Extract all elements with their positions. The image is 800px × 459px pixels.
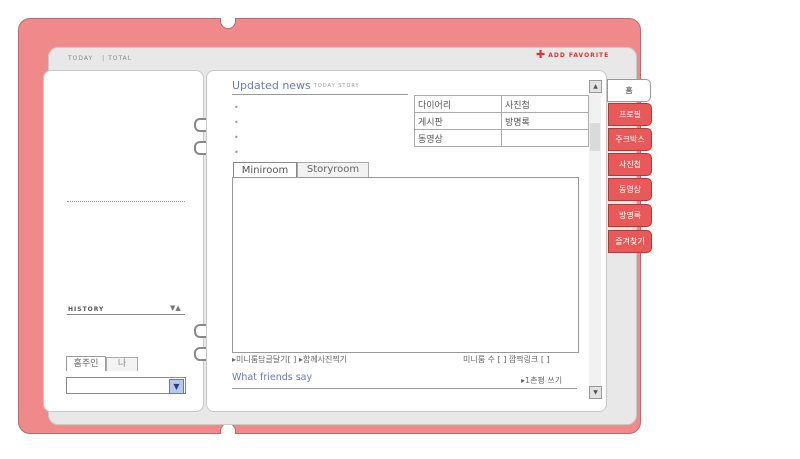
history-underline	[67, 314, 185, 315]
add-favorite-label: ADD FAVORITE	[548, 52, 610, 59]
miniroom-area	[232, 177, 579, 353]
scroll-down-icon[interactable]: ▼	[589, 386, 602, 399]
write-ilchon-link[interactable]: ▸1촌평 쓰기	[521, 375, 562, 386]
friends-title: What friends say	[232, 372, 313, 383]
total-label: | TOTAL	[102, 55, 133, 62]
history-toggle-icon[interactable]: ▼▲	[170, 304, 181, 312]
bullet-icon: •	[234, 118, 239, 127]
side-tab-home[interactable]: 홈	[607, 79, 651, 102]
chevron-down-icon[interactable]: ▼	[169, 379, 184, 394]
bullet-icon: •	[234, 103, 239, 112]
side-tab-photo[interactable]: 사진첩	[608, 153, 652, 176]
tab-miniroom[interactable]: Miniroom	[233, 162, 297, 178]
updated-news-label: Updated news	[232, 79, 311, 92]
menu-board[interactable]: 게시판	[414, 112, 502, 130]
tab-me[interactable]: 나	[106, 357, 138, 371]
side-tab-favorites[interactable]: 즐겨찾기	[608, 230, 652, 253]
left-divider	[67, 201, 185, 202]
history-label: HISTORY	[68, 306, 105, 313]
friend-select[interactable]: ▼	[66, 377, 186, 394]
updated-news-title: Updated news TODAY STORY	[232, 79, 360, 92]
miniroom-actions[interactable]: ▸미니룸담글달기[ ] ▸함께사진찍기	[232, 354, 347, 365]
binder-notch-top	[220, 18, 236, 29]
tab-storyroom[interactable]: Storyroom	[297, 162, 369, 177]
menu-video[interactable]: 동영상	[414, 129, 502, 147]
scroll-up-icon[interactable]: ▲	[589, 80, 602, 93]
menu-photo[interactable]: 사진첩	[501, 95, 589, 113]
news-list: • • • •	[234, 100, 239, 160]
miniroom-counts: 미니룸 수 [ ] 깜짝링크 [ ]	[463, 355, 550, 364]
news-underline	[232, 94, 408, 95]
scrollbar-thumb[interactable]	[590, 123, 600, 151]
menu-diary[interactable]: 다이어리	[414, 95, 502, 113]
friends-underline	[232, 388, 577, 389]
side-tab-guestbook[interactable]: 방명록	[608, 204, 652, 227]
add-favorite-link[interactable]: ✚ ADD FAVORITE	[536, 48, 609, 61]
side-tab-video[interactable]: 동영상	[608, 178, 652, 201]
side-tab-profile[interactable]: 프로필	[608, 103, 652, 126]
plus-icon: ✚	[536, 48, 547, 61]
side-tab-jukebox[interactable]: 주크박스	[608, 128, 652, 151]
menu-table: 다이어리 사진첩 게시판 방명록 동영상	[414, 95, 589, 147]
tab-owner[interactable]: 홈주인	[66, 356, 106, 371]
bullet-icon: •	[234, 148, 239, 157]
today-label: TODAY	[68, 55, 94, 62]
visitor-counter: TODAY | TOTAL	[68, 55, 138, 62]
bullet-icon: •	[234, 133, 239, 142]
menu-guestbook[interactable]: 방명록	[501, 112, 589, 130]
today-story-label: TODAY STORY	[313, 83, 360, 89]
menu-empty	[501, 129, 589, 147]
